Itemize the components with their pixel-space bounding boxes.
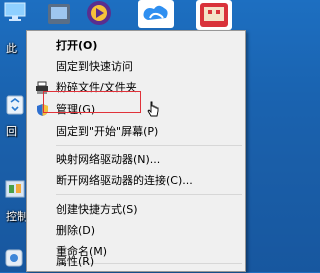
menu-item-create-shortcut-label: 创建快捷方式(S) [56, 203, 138, 216]
menu-item-properties[interactable]: 属性(R) [27, 251, 245, 273]
video-player-icon[interactable] [84, 0, 114, 28]
menu-item-create-shortcut[interactable]: 创建快捷方式(S) [27, 199, 245, 221]
menu-separator [56, 194, 242, 195]
menu-item-pin-quick-access-label: 固定到快速访问 [56, 60, 133, 73]
mouse-cursor-icon [147, 101, 159, 119]
menu-item-pin-quick-access[interactable]: 固定到快速访问 [27, 56, 245, 78]
recycle-bin-icon[interactable] [4, 92, 26, 116]
menu-item-pin-start[interactable]: 固定到"开始"屏幕(P) [27, 121, 245, 143]
desktop-label-this-pc: 此 [6, 42, 17, 55]
desktop-app-icon[interactable] [4, 248, 24, 268]
desktop-label-recycle-bin: 回 [6, 125, 17, 138]
control-panel-icon[interactable] [4, 178, 26, 202]
menu-item-open-label: 打开(O) [56, 39, 98, 52]
context-menu: 打开(O) 固定到快速访问 粉碎文件/文件夹 管理(G) 固定到"开始"屏幕(P… [26, 30, 246, 272]
menu-item-delete-label: 删除(D) [56, 224, 96, 237]
menu-item-open[interactable]: 打开(O) [27, 35, 245, 57]
baidu-netdisk-icon[interactable] [138, 0, 174, 28]
menu-item-disconnect-drive-label: 断开网络驱动器的连接(C)... [56, 174, 193, 187]
menu-item-map-drive[interactable]: 映射网络驱动器(N)... [27, 149, 245, 171]
menu-item-map-drive-label: 映射网络驱动器(N)... [56, 153, 161, 166]
this-pc-icon[interactable] [4, 2, 26, 22]
menu-separator [56, 145, 242, 146]
menu-item-properties-label: 属性(R) [56, 255, 95, 268]
menu-item-pin-start-label: 固定到"开始"屏幕(P) [56, 125, 159, 138]
desktop-label-control-panel: 控制 [6, 210, 28, 223]
menu-item-delete[interactable]: 删除(D) [27, 220, 245, 242]
menu-item-disconnect-drive[interactable]: 断开网络驱动器的连接(C)... [27, 170, 245, 192]
desktop-shortcut-icon[interactable] [46, 2, 72, 26]
app-game-icon[interactable] [196, 0, 232, 30]
annotation-highlight-box [43, 91, 141, 113]
